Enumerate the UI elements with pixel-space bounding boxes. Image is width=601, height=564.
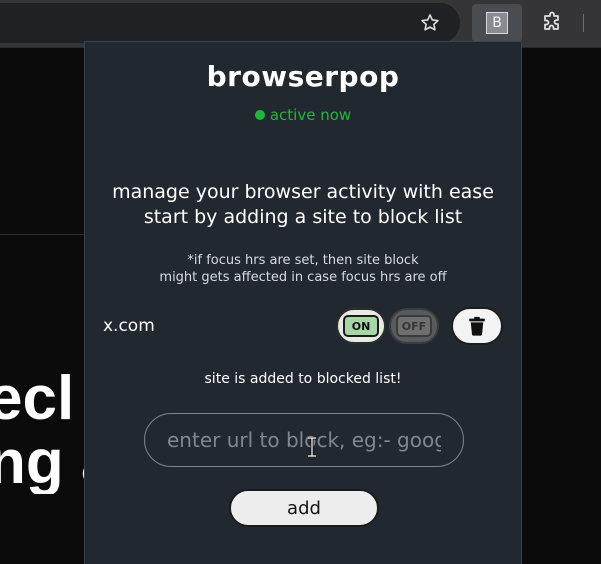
focus-hours-note: *if focus hrs are set, then site block m…	[85, 252, 521, 286]
extension-popup: browserpop active now manage your browse…	[84, 41, 522, 564]
tagline-line1: manage your browser activity with ease	[112, 181, 494, 203]
delete-site-button[interactable]	[451, 307, 503, 345]
blocked-site-row: x.com ON OFF	[85, 306, 521, 346]
status-dot-icon	[254, 110, 265, 120]
trash-icon	[469, 316, 485, 336]
site-on-button[interactable]: ON	[336, 308, 386, 344]
text-cursor-icon	[308, 437, 316, 457]
bookmark-star-icon[interactable]	[415, 8, 445, 38]
url-input[interactable]	[144, 413, 464, 467]
popup-title: browserpop	[206, 60, 400, 93]
on-label: ON	[343, 315, 379, 337]
screen: B ecl ng a browserpop active now manage …	[0, 0, 601, 564]
tagline: manage your browser activity with ease s…	[85, 180, 521, 230]
note-line1: *if focus hrs are set, then site block	[187, 253, 419, 268]
confirmation-message: site is added to blocked list!	[204, 371, 402, 387]
background-divider	[0, 234, 84, 235]
blocked-site-name: x.com	[103, 316, 155, 336]
extensions-puzzle-icon[interactable]	[537, 8, 567, 38]
toolbar-separator	[583, 14, 584, 32]
extension-badge: B	[486, 12, 508, 34]
note-line2: might gets affected in case focus hrs ar…	[159, 270, 447, 285]
status-indicator: active now	[85, 106, 521, 124]
browserpop-extension-button[interactable]: B	[472, 4, 522, 42]
add-site-button[interactable]: add	[229, 489, 379, 527]
address-bar[interactable]	[0, 3, 460, 43]
site-off-button[interactable]: OFF	[389, 308, 439, 344]
off-label: OFF	[396, 315, 432, 337]
tagline-line2: start by adding a site to block list	[143, 206, 463, 228]
status-text: active now	[269, 106, 352, 124]
